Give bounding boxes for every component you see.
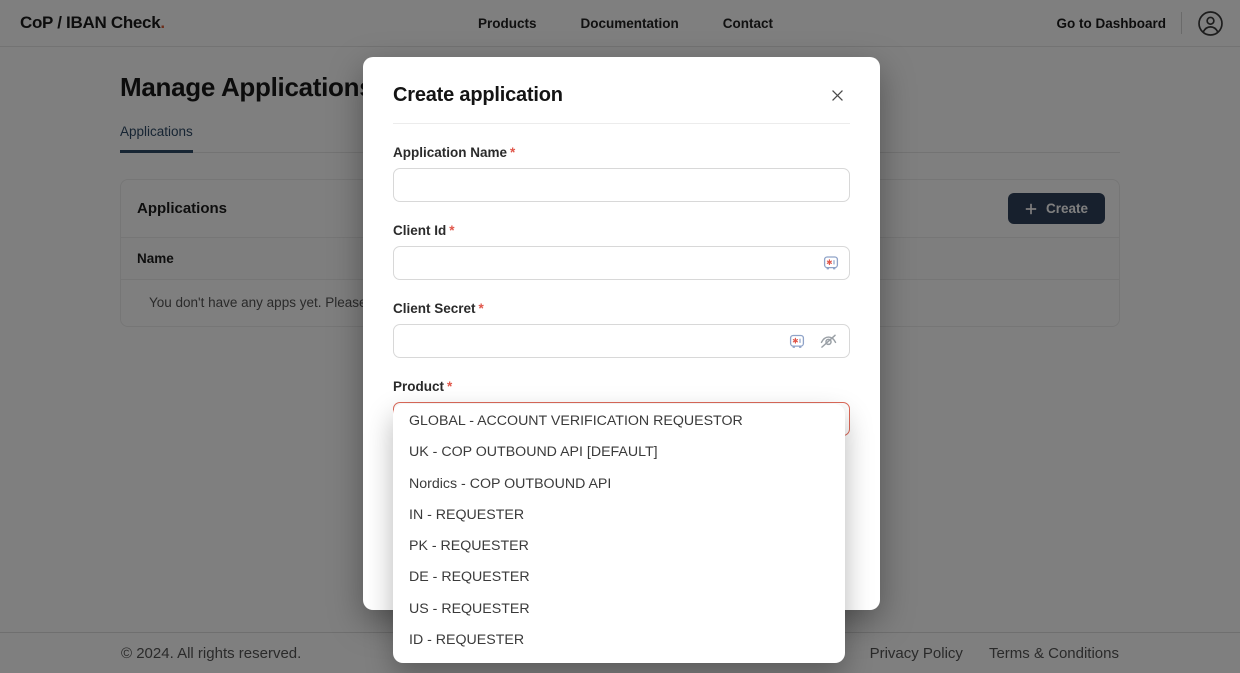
- application-name-input-wrap: [393, 168, 850, 202]
- required-marker: *: [447, 379, 452, 394]
- required-marker: *: [479, 301, 484, 316]
- required-marker: *: [510, 145, 515, 160]
- product-dropdown-menu: GLOBAL - ACCOUNT VERIFICATION REQUESTOR …: [393, 404, 845, 663]
- field-client-secret: Client Secret*: [393, 301, 850, 358]
- client-id-input-icons: [823, 255, 839, 271]
- product-option[interactable]: Nordics - COP OUTBOUND API: [393, 469, 845, 500]
- product-option[interactable]: UK - COP OUTBOUND API [DEFAULT]: [393, 437, 845, 468]
- toggle-secret-visibility-button[interactable]: [818, 331, 839, 352]
- field-application-name: Application Name*: [393, 145, 850, 202]
- product-option[interactable]: GLOBAL - ACCOUNT VERIFICATION REQUESTOR: [393, 406, 845, 437]
- client-secret-input[interactable]: [393, 324, 850, 358]
- modal-title: Create application: [393, 84, 563, 107]
- application-name-label: Application Name*: [393, 145, 850, 160]
- client-secret-input-icons: [789, 331, 839, 352]
- close-button[interactable]: [825, 83, 850, 108]
- application-name-input[interactable]: [393, 168, 850, 202]
- modal-header: Create application: [393, 57, 850, 108]
- product-option[interactable]: ID - REQUESTER: [393, 625, 845, 656]
- client-secret-label: Client Secret*: [393, 301, 850, 316]
- client-id-label: Client Id*: [393, 223, 850, 238]
- product-label: Product*: [393, 379, 850, 394]
- client-id-input[interactable]: [393, 246, 850, 280]
- product-option[interactable]: US - REQUESTER: [393, 594, 845, 625]
- client-secret-input-wrap: [393, 324, 850, 358]
- password-manager-icon: [823, 255, 839, 271]
- close-icon: [829, 92, 846, 107]
- product-option[interactable]: IN - REQUESTER: [393, 500, 845, 531]
- client-id-input-wrap: [393, 246, 850, 280]
- field-client-id: Client Id*: [393, 223, 850, 280]
- product-option[interactable]: PK - REQUESTER: [393, 531, 845, 562]
- modal-divider: [393, 123, 850, 124]
- eye-off-icon: [818, 340, 839, 355]
- password-manager-icon: [789, 333, 805, 349]
- required-marker: *: [449, 223, 454, 238]
- product-option[interactable]: DE - REQUESTER: [393, 562, 845, 593]
